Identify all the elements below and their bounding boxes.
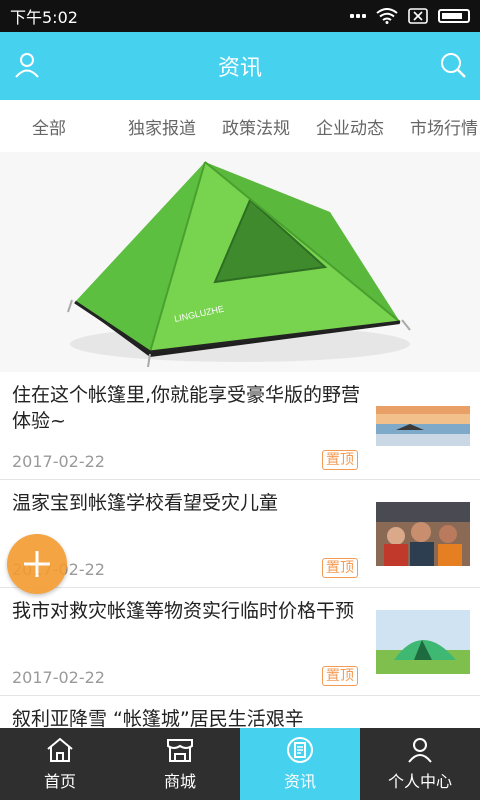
list-item[interactable]: 住在这个帐篷里,你就能享受豪华版的野营体验~ 2017-02-22 置顶 [0,372,480,480]
tab-policy[interactable]: 政策法规 [222,114,290,139]
signal-dots-icon [350,14,366,18]
store-icon [167,739,193,762]
nav-news[interactable]: 资讯 [240,728,360,800]
pinned-badge: 置顶 [322,558,358,578]
tab-company-news[interactable]: 企业动态 [316,114,384,139]
nav-store-label: 商城 [163,772,196,791]
list-item[interactable]: 我市对救灾帐篷等物资实行临时价格干预 2017-02-22 置顶 [0,588,480,696]
nav-profile[interactable]: 个人中心 [360,728,480,800]
nav-home-label: 首页 [43,772,76,791]
home-icon [47,737,73,762]
category-tabs: 全部 独家报道 政策法规 企业动态 市场行情 [0,100,480,152]
nav-profile-label: 个人中心 [387,772,452,791]
search-icon[interactable] [438,50,468,80]
status-icons [350,8,470,24]
news-title: 温家宝到帐篷学校看望受灾儿童 [12,492,279,514]
news-list: 住在这个帐篷里,你就能享受豪华版的野营体验~ 2017-02-22 置顶 温家宝… [0,372,480,696]
tab-all[interactable]: 全部 [32,114,66,139]
hero-banner[interactable]: LINGLUZHE [0,152,480,372]
app-header: 资讯 [0,32,480,100]
add-button[interactable] [7,534,67,594]
user-icon[interactable] [12,50,42,80]
news-date: 2017-02-22 [12,452,105,471]
news-icon [287,737,313,763]
news-thumbnail [376,610,470,674]
pinned-badge: 置顶 [322,666,358,686]
plus-icon [24,551,50,577]
nav-store[interactable]: 商城 [120,728,240,800]
list-item[interactable]: 温家宝到帐篷学校看望受灾儿童 2017-02-22 置顶 [0,480,480,588]
tent-image: LINGLUZHE [0,152,480,372]
nav-home[interactable]: 首页 [0,728,120,800]
status-time: 下午5:02 [10,8,78,27]
nav-news-label: 资讯 [283,772,316,791]
wifi-icon [376,8,398,24]
tab-exclusive[interactable]: 独家报道 [128,114,196,139]
person-icon [408,738,432,763]
list-item[interactable]: 叙利亚降雪 “帐篷城”居民生活艰辛 [0,696,480,728]
status-bar: 下午5:02 [0,0,480,32]
news-date: 2017-02-22 [12,668,105,687]
page-title: 资讯 [217,56,262,81]
news-thumbnail [376,502,470,566]
bottom-nav: 首页 商城 资讯 个人中心 [0,728,480,800]
no-sim-icon [408,8,428,24]
battery-icon [438,9,470,23]
news-title: 住在这个帐篷里,你就能享受豪华版的野营体验~ [12,384,361,432]
news-thumbnail [376,394,470,458]
tab-market[interactable]: 市场行情 [410,114,478,139]
pinned-badge: 置顶 [322,450,358,470]
news-title: 叙利亚降雪 “帐篷城”居民生活艰辛 [12,708,304,728]
news-title: 我市对救灾帐篷等物资实行临时价格干预 [12,600,355,622]
